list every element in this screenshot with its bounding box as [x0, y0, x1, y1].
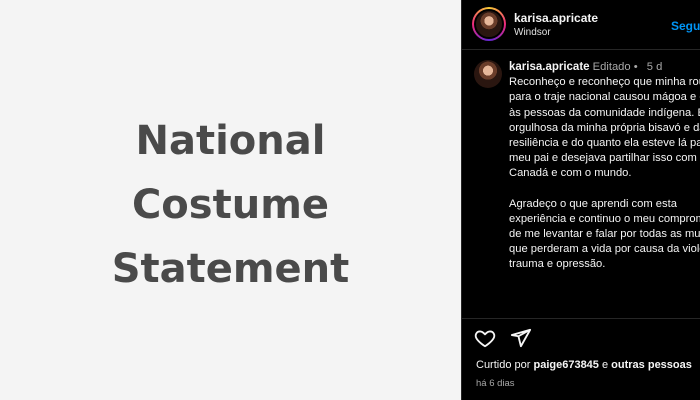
post-side-panel: karisa.apricate Windsor Seguir karisa.ap…: [461, 0, 700, 400]
header-location[interactable]: Windsor: [514, 27, 551, 38]
caption-username[interactable]: karisa.apricate: [509, 61, 590, 73]
caption-time[interactable]: 5 d: [647, 61, 663, 73]
liked-by-user[interactable]: paige673845: [533, 359, 598, 371]
liked-by-conj: e: [601, 359, 609, 371]
caption-text: karisa.apricate Editado • 5 d Reconheço …: [509, 60, 700, 273]
heart-icon[interactable]: [474, 327, 496, 354]
follow-button[interactable]: Seguir: [671, 19, 700, 33]
liked-by-prefix: Curtido por: [476, 359, 531, 371]
post-image[interactable]: National Costume Statement: [0, 0, 461, 400]
post-image-text: National Costume Statement: [112, 109, 350, 301]
posted-ago[interactable]: há 6 dias: [476, 378, 515, 389]
post-image-line-3: Statement: [111, 246, 350, 292]
liked-by-others[interactable]: outras pessoas: [611, 359, 692, 371]
caption-paragraph-1: Reconheço e reconheço que minha roupa pa…: [509, 76, 700, 180]
liked-by: Curtido por paige673845 e outras pessoas: [476, 359, 692, 371]
post-image-line-2: Costume: [131, 182, 330, 228]
post-image-line-1: National: [135, 118, 326, 164]
send-icon[interactable]: [510, 327, 532, 354]
post-actions: Curtido por paige673845 e outras pessoas…: [462, 318, 700, 400]
edited-label: Editado: [592, 61, 631, 73]
separator-dot: •: [633, 61, 638, 73]
caption-avatar[interactable]: [474, 60, 502, 88]
post-header: karisa.apricate Windsor Seguir: [462, 0, 700, 50]
header-avatar[interactable]: [472, 7, 506, 41]
caption-paragraph-2: Agradeço o que aprendi com esta experiên…: [509, 197, 700, 271]
header-username[interactable]: karisa.apricate: [514, 11, 598, 25]
